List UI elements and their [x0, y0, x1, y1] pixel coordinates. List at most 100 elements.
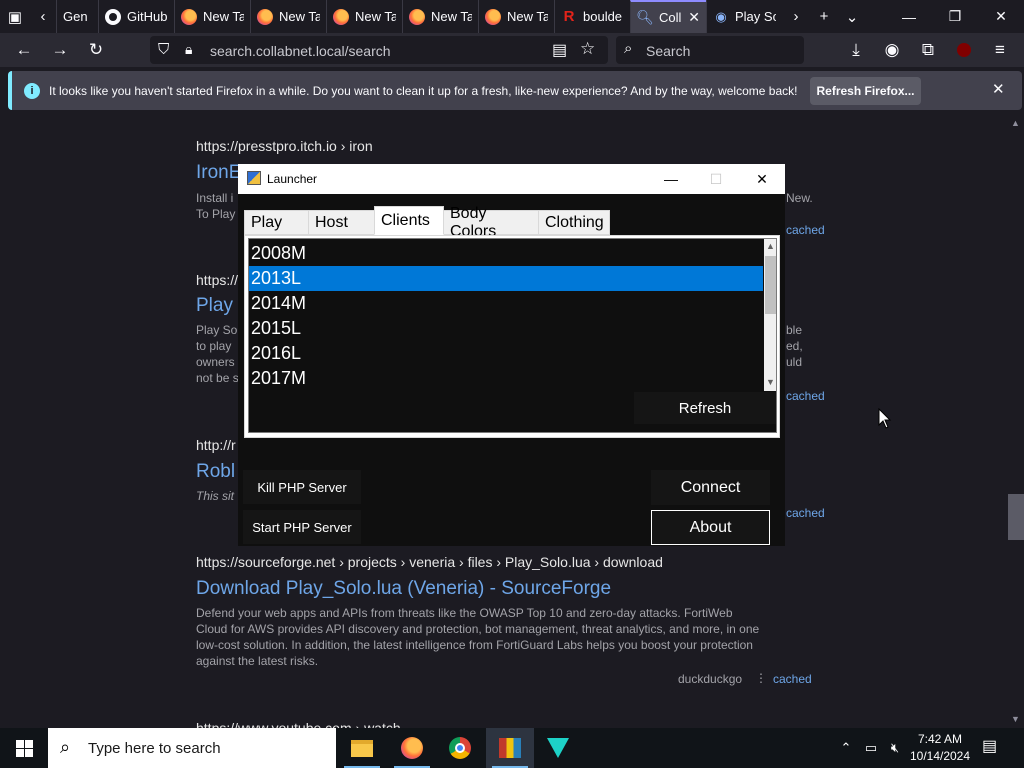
- list-item[interactable]: 2015L: [249, 316, 763, 341]
- cached-link[interactable]: cached: [786, 389, 825, 403]
- scrollbar-thumb[interactable]: [765, 256, 776, 314]
- kill-php-server-button[interactable]: Kill PHP Server: [243, 470, 361, 504]
- close-tab-icon[interactable]: ✕: [688, 9, 700, 26]
- mouse-cursor-icon: [878, 408, 892, 429]
- result-url[interactable]: https://: [196, 272, 238, 288]
- firefox-app[interactable]: [388, 728, 436, 768]
- tab-play-solo[interactable]: ◉ Play So: [706, 0, 782, 33]
- launcher-app-icon: [499, 738, 521, 758]
- menu-icon[interactable]: ≡: [986, 37, 1014, 63]
- tab-new-tab[interactable]: New Ta: [478, 0, 554, 33]
- reader-view-icon[interactable]: ▤: [552, 40, 567, 60]
- result-title[interactable]: Download Play_Solo.lua (Veneria) - Sourc…: [196, 578, 611, 600]
- list-scrollbar[interactable]: ▲ ▼: [764, 239, 776, 391]
- clients-list[interactable]: 2008M 2013L 2014M 2015L 2016L 2017M ▲ ▼ …: [248, 238, 777, 433]
- list-all-tabs-icon[interactable]: ⌄: [838, 0, 866, 33]
- start-php-server-button[interactable]: Start PHP Server: [243, 510, 361, 544]
- list-item[interactable]: 2008M: [249, 241, 763, 266]
- refresh-firefox-button[interactable]: Refresh Firefox...: [810, 77, 921, 105]
- tab-new-tab[interactable]: New Ta: [250, 0, 326, 33]
- about-button[interactable]: About: [651, 510, 770, 545]
- tab-clothing[interactable]: Clothing: [538, 210, 610, 235]
- back-icon[interactable]: ←: [10, 37, 38, 63]
- account-icon[interactable]: ◉: [878, 37, 906, 63]
- tab-clients[interactable]: Clients: [374, 206, 444, 235]
- tab-0[interactable]: Gen: [56, 0, 98, 33]
- result-snippet: to play: [196, 339, 232, 353]
- extensions-icon[interactable]: ⧉: [914, 37, 942, 63]
- network-icon[interactable]: ▭: [860, 728, 882, 768]
- search-placeholder: Search: [646, 43, 691, 59]
- result-title[interactable]: IronE: [196, 162, 241, 184]
- url-text[interactable]: search.collabnet.local/search: [210, 43, 391, 59]
- tab-label: New Ta: [203, 9, 244, 24]
- refresh-button[interactable]: Refresh: [634, 392, 776, 424]
- lock-icon[interactable]: 🔒︎: [185, 41, 192, 58]
- page-scrollbar[interactable]: ▲ ▼: [1008, 114, 1024, 728]
- list-item[interactable]: 2014M: [249, 291, 763, 316]
- launcher-app[interactable]: [486, 728, 534, 768]
- scroll-down-icon[interactable]: ▼: [766, 377, 775, 387]
- result-url[interactable]: https://sourceforge.net › projects › ven…: [196, 554, 663, 570]
- search-icon: ⌕: [60, 737, 71, 757]
- restore-icon[interactable]: ❐: [932, 0, 978, 33]
- tab-new-tab[interactable]: New Ta: [402, 0, 478, 33]
- notification-center-icon[interactable]: ▤: [982, 736, 997, 756]
- result-title[interactable]: Play: [196, 295, 233, 317]
- chevron-up-icon[interactable]: ⌃: [836, 728, 856, 768]
- taskbar-search-input[interactable]: ⌕ Type here to search: [48, 728, 336, 768]
- vpn-app[interactable]: [534, 728, 582, 768]
- bookmark-star-icon[interactable]: ☆: [580, 39, 595, 59]
- tab-label: New Ta: [279, 9, 320, 24]
- url-bar[interactable]: ⛉ 🔒︎ search.collabnet.local/search ▤ ☆: [150, 36, 608, 64]
- result-url[interactable]: http://r: [196, 437, 236, 453]
- forward-icon[interactable]: →: [46, 37, 74, 63]
- scroll-tabs-left-icon[interactable]: ‹: [30, 0, 56, 33]
- close-icon[interactable]: ✕: [992, 80, 1005, 98]
- tab-play[interactable]: Play: [244, 210, 309, 235]
- launcher-titlebar[interactable]: Launcher — ☐ ✕: [238, 164, 785, 194]
- tab-github[interactable]: GitHub: [98, 0, 174, 33]
- ublock-icon[interactable]: [950, 37, 978, 63]
- scroll-down-icon[interactable]: ▼: [1011, 714, 1020, 724]
- scrollbar-thumb[interactable]: [1008, 494, 1024, 540]
- shield-icon[interactable]: ⛉: [158, 41, 169, 58]
- tab-new-tab[interactable]: New Ta: [174, 0, 250, 33]
- minimize-icon[interactable]: —: [886, 0, 932, 33]
- new-tab-icon[interactable]: +: [810, 0, 838, 33]
- info-icon: i: [24, 83, 40, 99]
- start-button[interactable]: [0, 728, 48, 768]
- cached-link[interactable]: cached: [786, 223, 825, 237]
- windows-logo-icon: [15, 739, 33, 757]
- tab-collabnet-search[interactable]: 🔍︎ Coll ✕: [630, 0, 706, 33]
- result-url[interactable]: https://presstpro.itch.io › iron: [196, 138, 373, 154]
- tab-boulder[interactable]: Rboulde: [554, 0, 630, 33]
- cached-link[interactable]: cached: [786, 506, 825, 520]
- reload-icon[interactable]: ↻: [82, 37, 110, 63]
- list-item[interactable]: 2016L: [249, 341, 763, 366]
- list-item[interactable]: 2017M: [249, 366, 763, 391]
- result-url[interactable]: https://www.youtube.com › watch: [196, 720, 401, 728]
- downloads-icon[interactable]: ⤓: [842, 37, 870, 63]
- tab-body-colors[interactable]: Body Colors: [443, 205, 539, 240]
- more-options-icon[interactable]: ⋮: [755, 671, 767, 685]
- scroll-tabs-right-icon[interactable]: ›: [782, 0, 810, 33]
- connect-button[interactable]: Connect: [651, 470, 770, 505]
- close-window-icon[interactable]: ✕: [978, 0, 1024, 33]
- cached-link[interactable]: cached: [773, 672, 812, 686]
- launcher-title: Launcher: [267, 172, 318, 186]
- tab-overview-icon[interactable]: ▣: [0, 0, 30, 33]
- file-explorer-app[interactable]: [338, 728, 386, 768]
- list-item-selected[interactable]: 2013L: [249, 266, 763, 291]
- close-icon[interactable]: ✕: [739, 164, 785, 194]
- result-title[interactable]: Robl: [196, 461, 235, 483]
- tab-new-tab[interactable]: New Ta: [326, 0, 402, 33]
- minimize-icon[interactable]: —: [648, 164, 694, 194]
- clock[interactable]: 7:42 AM 10/14/2024: [906, 731, 974, 765]
- chrome-app[interactable]: [436, 728, 484, 768]
- search-input[interactable]: ⌕ Search: [616, 36, 804, 64]
- scroll-up-icon[interactable]: ▲: [766, 241, 775, 251]
- volume-muted-icon[interactable]: 🔇︎: [884, 728, 906, 768]
- scroll-up-icon[interactable]: ▲: [1011, 118, 1020, 128]
- tab-host[interactable]: Host: [308, 210, 375, 235]
